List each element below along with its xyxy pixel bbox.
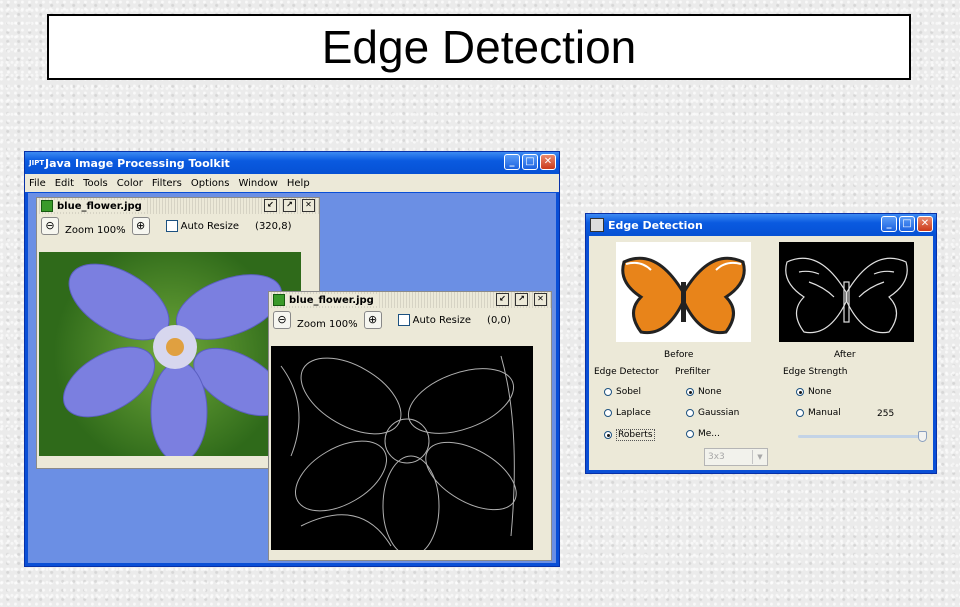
radio-dot[interactable] <box>604 409 612 417</box>
frame2-close-button[interactable]: ✕ <box>534 293 547 306</box>
menu-bar: File Edit Tools Color Filters Options Wi… <box>25 174 559 192</box>
radio-prefilter-none[interactable]: None <box>686 387 721 397</box>
radio-sobel[interactable]: Sobel <box>604 387 641 397</box>
frame1-titlebar[interactable]: blue_flower.jpg ↙ ↗ ✕ <box>37 198 319 214</box>
desktop-pane: blue_flower.jpg ↙ ↗ ✕ ⊖ Zoom 100% ⊕ Auto… <box>28 193 556 563</box>
edge-detector-heading: Edge Detector <box>594 367 659 377</box>
radio-dot-selected[interactable] <box>686 388 694 396</box>
radio-manual[interactable]: Manual <box>796 408 841 418</box>
zoom-out-button[interactable]: ⊖ <box>273 311 291 329</box>
edge-image <box>271 346 533 550</box>
strength-slider[interactable] <box>798 431 928 442</box>
maximize-button[interactable]: □ <box>522 154 538 170</box>
kernel-size-select[interactable]: 3x3 ▼ <box>704 448 768 466</box>
app-icon: JIPT <box>29 159 45 167</box>
edge-strength-heading: Edge Strength <box>783 367 848 377</box>
radio-strength-none-label: None <box>808 387 832 397</box>
dialog-close-button[interactable]: ✕ <box>917 216 933 232</box>
slider-track <box>798 435 924 438</box>
radio-laplace-label: Laplace <box>616 408 651 418</box>
slide-title: Edge Detection <box>47 14 911 80</box>
frame2-toolbar: ⊖ Zoom 100% ⊕ Auto Resize (0,0) <box>269 308 551 332</box>
radio-dot[interactable] <box>796 409 804 417</box>
strength-value: 255 <box>877 409 895 419</box>
radio-dot-selected[interactable] <box>796 388 804 396</box>
frame1-minimize-button[interactable]: ↙ <box>264 199 277 212</box>
image-frame-edges: blue_flower.jpg ↙ ↗ ✕ ⊖ Zoom 100% ⊕ Auto… <box>268 291 552 561</box>
menu-window[interactable]: Window <box>238 178 277 189</box>
zoom-in-button[interactable]: ⊕ <box>131 217 150 235</box>
frame2-titlebar[interactable]: blue_flower.jpg ↙ ↗ ✕ <box>269 292 551 308</box>
radio-prefilter-none-label: None <box>698 387 722 397</box>
image-icon <box>41 200 53 212</box>
auto-resize-checkbox[interactable] <box>165 220 178 232</box>
dialog-body: Before After Edge Detector Prefilter Edg… <box>589 236 933 470</box>
edge-svg <box>280 355 517 550</box>
before-image <box>616 242 751 342</box>
flower-svg <box>62 263 285 456</box>
menu-edit[interactable]: Edit <box>55 178 74 189</box>
frame2-auto-resize[interactable]: Auto Resize <box>397 314 472 326</box>
radio-roberts-label: Roberts <box>616 429 655 441</box>
before-label: Before <box>664 350 694 360</box>
chevron-down-icon[interactable]: ▼ <box>752 450 767 464</box>
close-button[interactable]: ✕ <box>540 154 556 170</box>
radio-manual-label: Manual <box>808 408 841 418</box>
menu-color[interactable]: Color <box>117 178 143 189</box>
main-window-titlebar[interactable]: JIPT Java Image Processing Toolkit _ □ ✕ <box>25 152 559 174</box>
edge-detection-dialog: Edge Detection _ □ ✕ Before After Edge D… <box>585 213 937 474</box>
radio-dot[interactable] <box>686 409 694 417</box>
prefilter-heading: Prefilter <box>675 367 711 377</box>
radio-sobel-label: Sobel <box>616 387 641 397</box>
auto-resize-label: Auto Resize <box>412 315 472 326</box>
radio-dot-selected[interactable] <box>604 431 612 439</box>
dialog-minimize-button[interactable]: _ <box>881 216 897 232</box>
after-label: After <box>834 350 856 360</box>
frame1-filename: blue_flower.jpg <box>57 200 142 212</box>
radio-gaussian[interactable]: Gaussian <box>686 408 739 418</box>
after-image <box>779 242 914 342</box>
frame2-zoom-label: Zoom 100% <box>297 318 358 330</box>
frame1-maximize-button[interactable]: ↗ <box>283 199 296 212</box>
frame2-maximize-button[interactable]: ↗ <box>515 293 528 306</box>
radio-median-label: Me... <box>698 429 720 439</box>
frame2-minimize-button[interactable]: ↙ <box>496 293 509 306</box>
butterfly-before-svg <box>621 256 746 335</box>
auto-resize-checkbox[interactable] <box>397 314 410 326</box>
dialog-maximize-button[interactable]: □ <box>899 216 915 232</box>
frame1-zoom-label: Zoom 100% <box>65 224 126 236</box>
auto-resize-label: Auto Resize <box>180 221 240 232</box>
menu-filters[interactable]: Filters <box>152 178 182 189</box>
radio-dot[interactable] <box>686 430 694 438</box>
menu-tools[interactable]: Tools <box>83 178 108 189</box>
zoom-out-button[interactable]: ⊖ <box>41 217 59 235</box>
main-window: JIPT Java Image Processing Toolkit _ □ ✕… <box>24 151 560 567</box>
image-icon <box>273 294 285 306</box>
frame2-filename: blue_flower.jpg <box>289 294 374 306</box>
frame2-coords: (0,0) <box>487 314 511 326</box>
radio-median[interactable]: Me... <box>686 429 720 439</box>
dialog-titlebar[interactable]: Edge Detection _ □ ✕ <box>586 214 936 236</box>
slider-thumb[interactable] <box>918 431 927 442</box>
radio-laplace[interactable]: Laplace <box>604 408 651 418</box>
frame1-coords: (320,8) <box>255 220 292 232</box>
menu-file[interactable]: File <box>29 178 46 189</box>
frame1-toolbar: ⊖ Zoom 100% ⊕ Auto Resize (320,8) <box>37 214 319 238</box>
zoom-in-button[interactable]: ⊕ <box>363 311 382 329</box>
minimize-button[interactable]: _ <box>504 154 520 170</box>
main-window-title: Java Image Processing Toolkit <box>45 156 230 170</box>
radio-dot[interactable] <box>604 388 612 396</box>
dialog-icon <box>590 218 604 232</box>
frame1-auto-resize[interactable]: Auto Resize <box>165 220 240 232</box>
radio-roberts[interactable]: Roberts <box>604 429 655 441</box>
menu-options[interactable]: Options <box>191 178 230 189</box>
dialog-title: Edge Detection <box>608 218 703 232</box>
original-image <box>39 252 301 456</box>
menu-help[interactable]: Help <box>287 178 310 189</box>
kernel-size-value: 3x3 <box>708 452 725 462</box>
frame1-close-button[interactable]: ✕ <box>302 199 315 212</box>
radio-gaussian-label: Gaussian <box>698 408 740 418</box>
butterfly-after-svg <box>785 257 908 334</box>
radio-strength-none[interactable]: None <box>796 387 831 397</box>
